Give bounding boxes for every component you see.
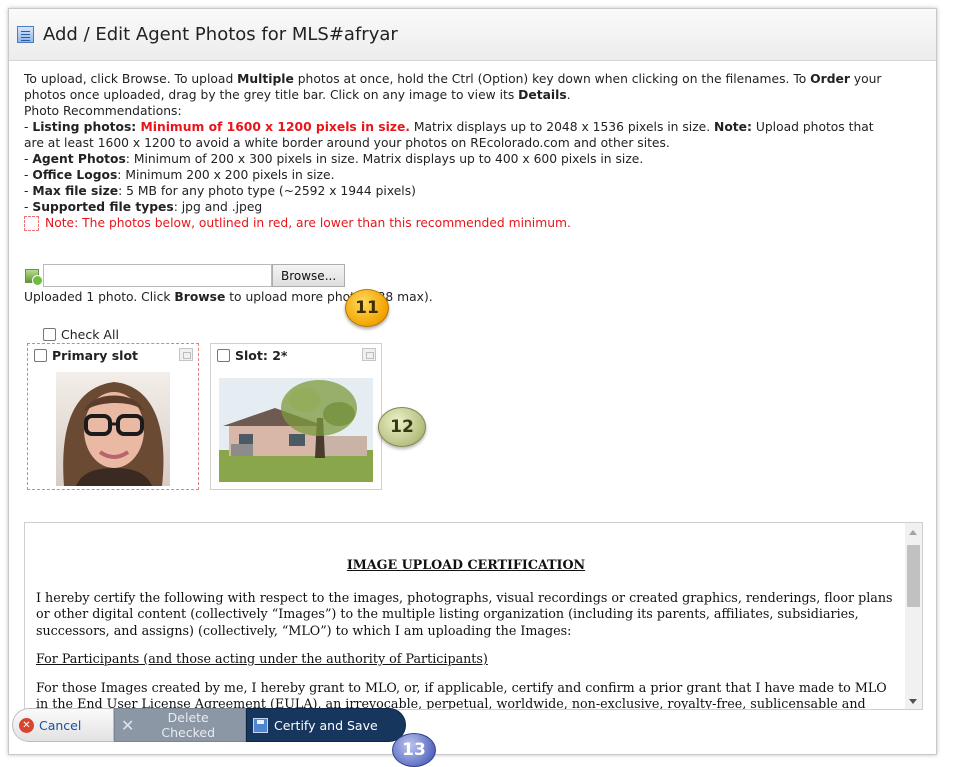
scroll-thumb[interactable] [907,545,920,607]
rule-label: Office Logos [32,168,118,182]
save-label: Certify and Save [274,717,378,733]
certification-paragraph: I hereby certify the following with resp… [36,589,893,638]
instruction-text: photos at once, hold the Ctrl (Option) k… [293,72,811,86]
instructions: To upload, click Browse. To upload Multi… [9,61,936,231]
slot-label: Primary slot [52,347,139,363]
check-all-label: Check All [61,327,119,342]
note-text: Note: The photos below, outlined in red,… [45,216,571,230]
certification-text: IMAGE UPLOAD CERTIFICATION I hereby cert… [36,543,896,710]
rule-text: : jpg and .jpeg [173,200,263,214]
photo-slot-primary[interactable]: Primary slot [27,343,199,490]
listing-photos-rule: - Listing photos: Minimum of 1600 x 1200… [24,119,921,135]
callout-badge-12: 12 [378,407,426,447]
agent-portrait-image[interactable] [56,372,170,486]
slot-label: Slot: 2* [235,347,288,363]
status-text: to upload more photos (38 max). [225,290,433,304]
save-disk-icon [253,717,268,733]
status-bold: Browse [174,290,226,304]
expand-icon[interactable] [362,348,376,361]
instruction-bold: Details [518,88,567,102]
certification-heading: IMAGE UPLOAD CERTIFICATION [346,557,586,572]
low-resolution-note: Note: The photos below, outlined in red,… [24,215,921,231]
rule-text: : Minimum 200 x 200 pixels in size. [117,168,335,182]
callout-badge-13: 13 [392,733,436,767]
rule-text: : 5 MB for any photo type (~2592 x 1944 … [118,184,416,198]
check-all-checkbox[interactable] [43,328,56,341]
page-title: Add / Edit Agent Photos for MLS#afryar [43,24,398,45]
cancel-label: Cancel [39,717,82,733]
instruction-text: . [566,88,571,102]
certify-and-save-button[interactable]: Certify and Save [246,708,406,742]
rule-text: : Minimum of 200 x 300 pixels in size. M… [125,152,644,166]
instructions-line: To upload, click Browse. To upload Multi… [24,71,921,87]
certification-panel[interactable]: IMAGE UPLOAD CERTIFICATION I hereby cert… [24,522,923,710]
vertical-scrollbar[interactable] [905,523,922,709]
expand-icon[interactable] [179,348,193,361]
cancel-button[interactable]: ✕ Cancel [12,708,114,742]
house-photo[interactable] [219,378,373,482]
red-outline-sample [24,215,39,231]
rule-warning: Minimum of 1600 x 1200 pixels in size. [140,120,410,134]
instruction-text: To upload, click Browse. To upload [24,72,238,86]
listing-photos-rule-cont: are at least 1600 x 1200 to avoid a whit… [24,136,670,150]
callout-badge-11: 11 [345,289,389,327]
rule-text: Upload photos that [751,120,874,134]
delete-icon: ✕ [121,715,135,735]
scroll-up-arrow-icon[interactable] [909,530,917,535]
photo-editor-dialog: Add / Edit Agent Photos for MLS#afryar T… [8,8,937,755]
upload-row: Browse... [25,264,346,287]
certification-paragraph: For those Images created by me, I hereby… [36,679,887,710]
action-toolbar: ✕ Cancel ✕ Delete Checked Certify and Sa… [8,708,928,755]
instruction-text: photos once uploaded, drag by the grey t… [24,88,519,102]
title-bar: Add / Edit Agent Photos for MLS#afryar [9,9,936,61]
file-types-rule: - Supported file types: jpg and .jpeg [24,199,921,215]
instruction-bold: Order [810,72,850,86]
house-image[interactable] [219,378,373,482]
rule-label: Listing photos: [32,120,141,134]
agent-photo[interactable] [56,372,170,486]
rule-label: Max file size [32,184,119,198]
office-logos-rule: - Office Logos: Minimum 200 x 200 pixels… [24,167,921,183]
delete-label: Delete Checked [161,710,216,740]
delete-checked-button[interactable]: ✕ Delete Checked [114,708,246,742]
instructions-line: photos once uploaded, drag by the grey t… [24,87,921,103]
browse-button[interactable]: Browse... [272,264,346,287]
form-icon [17,26,34,43]
scroll-down-arrow-icon[interactable] [909,699,917,704]
add-photo-icon [25,268,43,286]
rule-label: Note: [714,120,752,134]
slot-title-bar[interactable]: Primary slot [28,344,198,366]
slot-checkbox[interactable] [34,348,47,362]
check-all[interactable]: Check All [43,327,119,342]
instruction-text: your [849,72,882,86]
rule-text: Matrix displays up to 2048 x 1536 pixels… [409,120,715,134]
slot-checkbox[interactable] [217,348,230,362]
slot-title-bar[interactable]: Slot: 2* [211,344,381,366]
cancel-icon: ✕ [19,717,34,733]
agent-photos-rule: - Agent Photos: Minimum of 200 x 300 pix… [24,151,921,167]
instruction-bold: Multiple [237,72,294,86]
recommendations-heading: Photo Recommendations: [24,104,182,118]
photo-slot-2[interactable]: Slot: 2* [210,343,382,490]
participants-subheading: For Participants (and those acting under… [36,651,488,666]
rule-label: Supported file types [32,200,174,214]
rule-label: Agent Photos [32,152,126,166]
file-path-field[interactable] [43,264,272,287]
status-text: Uploaded 1 photo. Click [24,290,175,304]
max-file-size-rule: - Max file size: 5 MB for any photo type… [24,183,921,199]
